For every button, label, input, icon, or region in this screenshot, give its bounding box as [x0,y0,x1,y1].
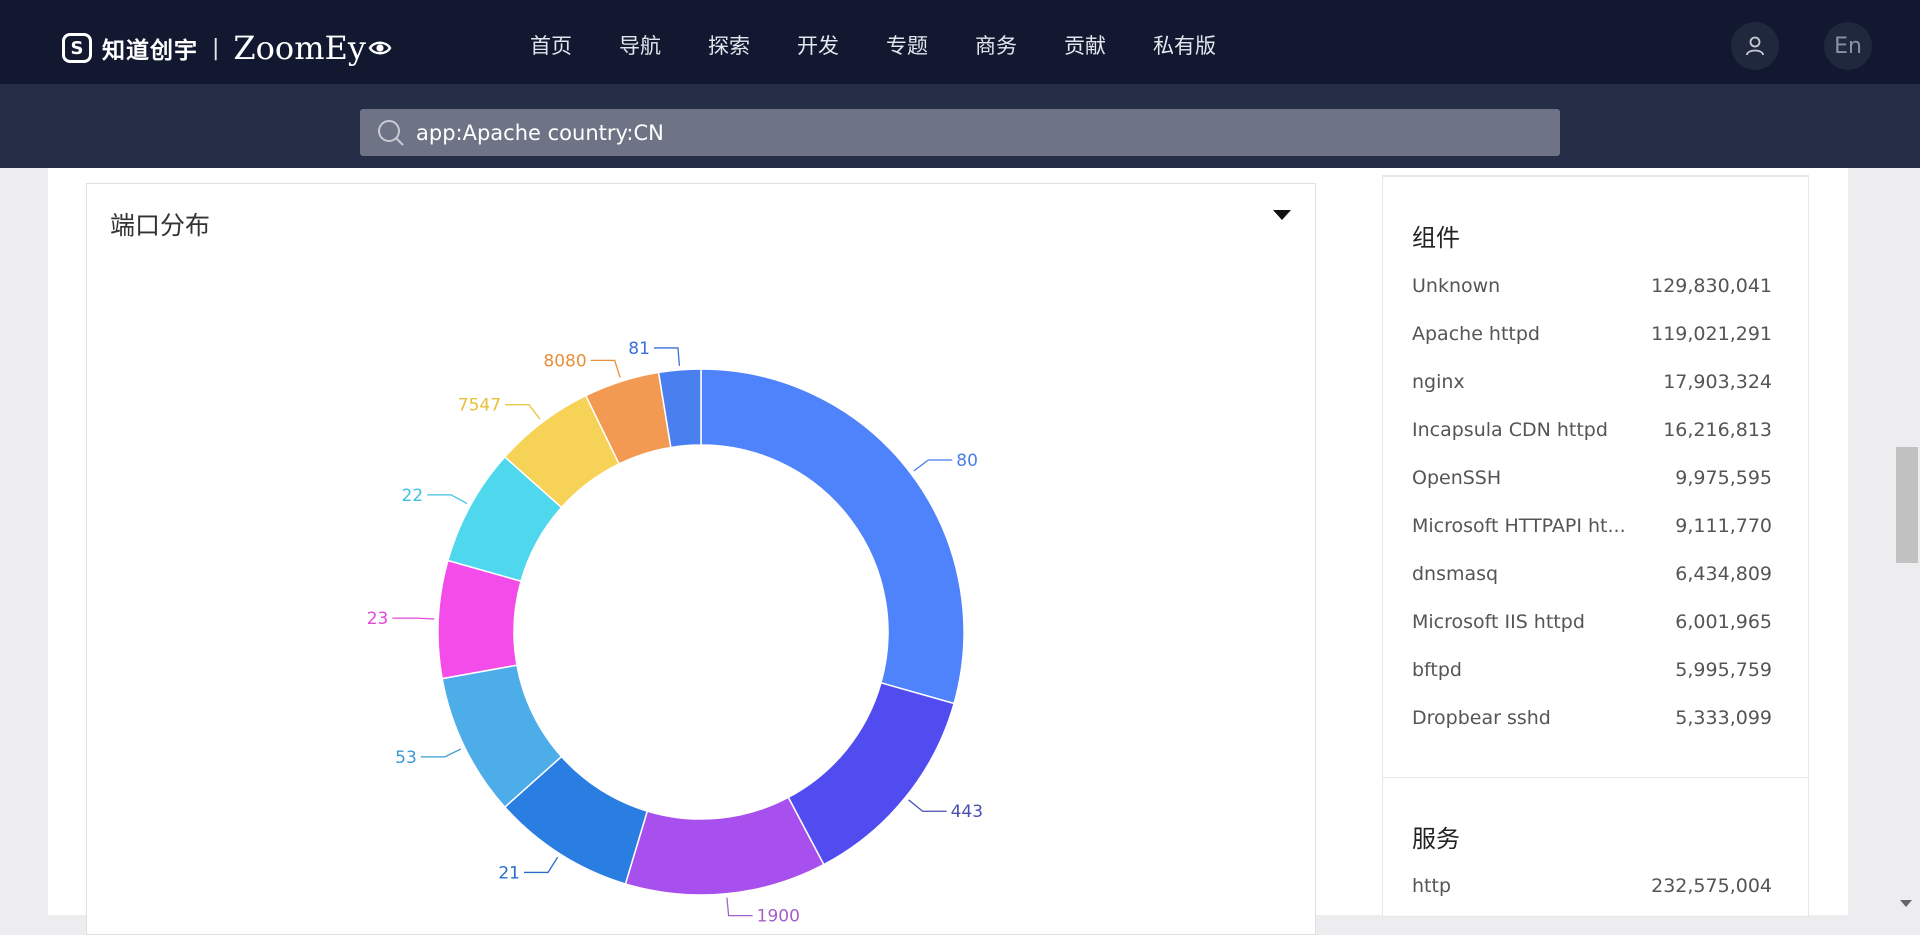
stat-name: Incapsula CDN httpd [1412,419,1608,441]
stat-value: 5,333,099 [1675,707,1772,729]
nav-home[interactable]: 首页 [530,30,572,60]
stat-value: 6,434,809 [1675,563,1772,585]
stat-name: Unknown [1412,275,1501,297]
slice-label-line [653,347,681,366]
stat-name: dnsmasq [1412,563,1499,585]
user-account-button[interactable] [1731,22,1779,70]
eye-icon [368,41,392,55]
slice-label: 1900 [757,907,800,927]
slice-label: 7547 [458,396,501,416]
stat-value: 5,995,759 [1675,659,1772,681]
stat-value: 17,903,324 [1663,371,1772,393]
nav-contribute[interactable]: 贡献 [1064,30,1106,60]
slice-label-line [523,856,559,874]
components-title: 组件 [1412,224,1460,252]
divider [1383,176,1808,177]
slice-label-line [726,897,753,917]
stat-value: 16,216,813 [1663,419,1772,441]
port-distribution-card: 端口分布 80 443 1900 21 53 23 22 7547 8080 81 [86,183,1316,935]
top-nav-bar: S 知道创宇 | ZoomEy 首页 导航 探索 开发 专题 商务 贡献 私有版… [0,0,1920,84]
donut-slice[interactable] [700,368,965,705]
port-donut-chart: 80 443 1900 21 53 23 22 7547 8080 81 [367,339,983,927]
slice-label: 23 [367,609,389,629]
stat-name: Dropbear sshd [1412,707,1551,729]
page-scrollbar-thumb[interactable] [1896,447,1918,563]
slice-label-line [913,459,953,472]
nav-navigation[interactable]: 导航 [619,30,661,60]
search-icon [378,120,404,146]
slice-label-line [590,359,621,378]
search-input[interactable] [416,109,1536,156]
slice-label-line [505,404,541,420]
donut-slice[interactable] [787,681,956,866]
slice-label: 443 [951,802,983,822]
nav-topics[interactable]: 专题 [886,30,928,60]
nav-develop[interactable]: 开发 [797,30,839,60]
logo-separator: | [212,35,220,61]
logo-brand-en: ZoomEy [233,29,366,67]
slice-label: 8080 [543,351,586,371]
stat-name: nginx [1412,371,1465,393]
slice-label-line [420,748,462,758]
stats-sidebar: 组件 Unknown 129,830,041 Apache httpd 119,021… [1382,175,1809,917]
services-title: 服务 [1412,825,1460,853]
stat-value: 232,575,004 [1651,875,1772,897]
logo-brand-cn: 知道创宇 [102,38,198,64]
slice-label: 80 [956,451,978,471]
slice-label-line [427,494,468,505]
language-toggle-button[interactable]: En [1824,22,1872,70]
stat-name: OpenSSH [1412,467,1502,489]
stat-value: 6,001,965 [1675,611,1772,633]
nav-business[interactable]: 商务 [975,30,1017,60]
donut-slice[interactable] [624,796,825,896]
stat-name: http [1412,875,1452,897]
slice-label: 81 [628,339,650,359]
slice-label: 22 [402,486,424,506]
search-bar-area [0,84,1920,168]
slice-label-line [908,799,947,812]
scroll-down-arrow-icon[interactable] [1900,900,1912,907]
stat-value: 9,975,595 [1675,467,1772,489]
user-icon [1746,36,1764,56]
main-nav: 首页 导航 探索 开发 专题 商务 贡献 私有版 [530,30,1263,60]
search-box [360,109,1560,156]
stat-value: 9,111,770 [1675,515,1772,537]
stat-value: 129,830,041 [1651,275,1772,297]
stat-name: Apache httpd [1412,323,1540,345]
slice-label-line [392,617,435,620]
nav-private-edition[interactable]: 私有版 [1153,30,1216,60]
logo-mark-icon: S [62,33,92,63]
stat-name: bftpd [1412,659,1462,681]
nav-explore[interactable]: 探索 [708,30,750,60]
divider [1383,777,1808,778]
slice-label: 21 [498,863,520,883]
stat-value: 119,021,291 [1651,323,1772,345]
stat-name: Microsoft HTTPAPI ht... [1412,515,1626,537]
slice-label: 53 [395,748,417,768]
logo[interactable]: S 知道创宇 | ZoomEy [62,29,392,67]
stat-name: Microsoft IIS httpd [1412,611,1585,633]
